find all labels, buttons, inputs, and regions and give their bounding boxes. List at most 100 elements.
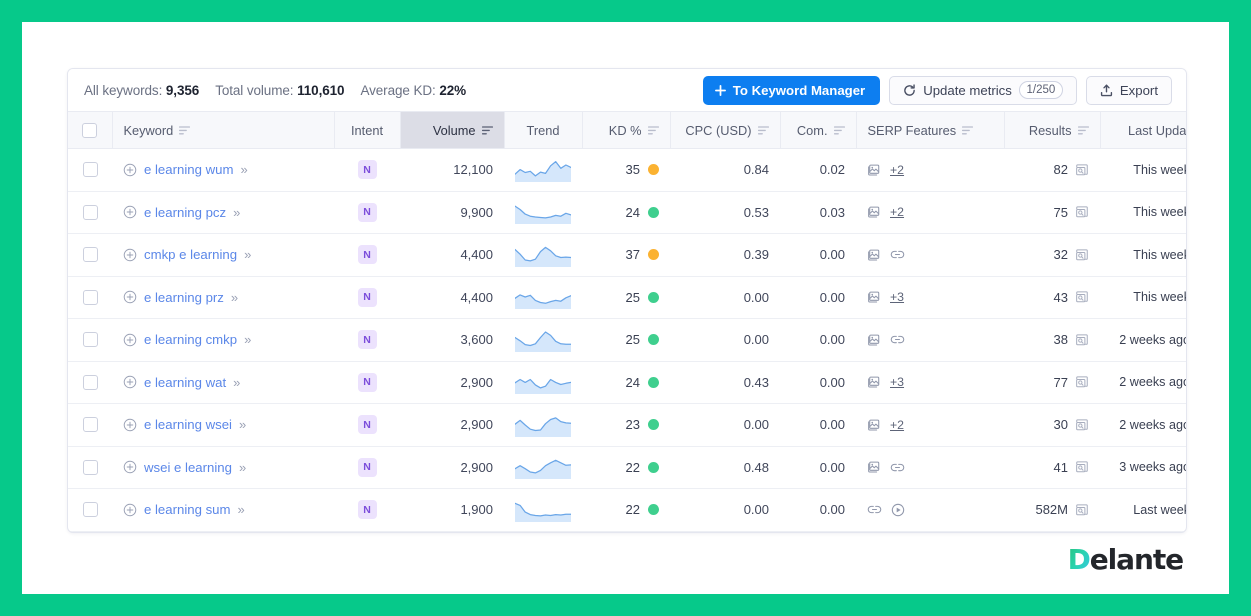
add-keyword-icon[interactable]: [123, 375, 137, 389]
image-icon[interactable]: [867, 333, 881, 347]
row-checkbox[interactable]: [83, 290, 98, 305]
intent-badge[interactable]: N: [358, 373, 377, 392]
add-keyword-icon[interactable]: [123, 460, 137, 474]
image-icon[interactable]: [867, 460, 881, 474]
row-checkbox[interactable]: [83, 247, 98, 262]
expand-chevrons-icon[interactable]: »: [239, 417, 244, 432]
add-keyword-icon[interactable]: [123, 290, 137, 304]
sort-icon[interactable]: [648, 126, 659, 135]
serp-preview-icon[interactable]: [1075, 290, 1089, 304]
expand-chevrons-icon[interactable]: »: [238, 502, 243, 517]
intent-badge[interactable]: N: [358, 500, 377, 519]
image-icon[interactable]: [867, 248, 881, 262]
sort-icon[interactable]: [834, 126, 845, 135]
keyword-link[interactable]: e learning wat: [144, 375, 226, 390]
add-keyword-icon[interactable]: [123, 503, 137, 517]
serp-more-link[interactable]: +2: [890, 418, 904, 432]
serp-preview-icon[interactable]: [1075, 375, 1089, 389]
column-header-volume[interactable]: Volume: [400, 112, 504, 149]
serp-preview-icon[interactable]: [1075, 163, 1089, 177]
serp-preview-icon[interactable]: [1075, 503, 1089, 517]
intent-badge[interactable]: N: [358, 288, 377, 307]
link-icon[interactable]: [890, 460, 905, 475]
column-header-updated[interactable]: Last Update: [1100, 112, 1187, 149]
serp-more-link[interactable]: +3: [890, 290, 904, 304]
add-keyword-icon[interactable]: [123, 205, 137, 219]
serp-more-link[interactable]: +3: [890, 375, 904, 389]
keyword-link[interactable]: e learning cmkp: [144, 332, 237, 347]
add-keyword-icon[interactable]: [123, 248, 137, 262]
image-icon[interactable]: [867, 163, 881, 177]
intent-badge[interactable]: N: [358, 415, 377, 434]
serp-preview-icon[interactable]: [1075, 418, 1089, 432]
image-icon[interactable]: [867, 205, 881, 219]
column-header-keyword[interactable]: Keyword: [112, 112, 334, 149]
intent-badge[interactable]: N: [358, 160, 377, 179]
keyword-link[interactable]: e learning wsei: [144, 417, 232, 432]
row-checkbox[interactable]: [83, 162, 98, 177]
row-checkbox[interactable]: [83, 460, 98, 475]
sort-icon[interactable]: [179, 126, 190, 135]
serp-preview-icon[interactable]: [1075, 248, 1089, 262]
keyword-link[interactable]: cmkp e learning: [144, 247, 237, 262]
column-header-serp[interactable]: SERP Features: [856, 112, 1004, 149]
link-icon[interactable]: [890, 247, 905, 262]
expand-chevrons-icon[interactable]: »: [233, 205, 238, 220]
column-header-results[interactable]: Results: [1004, 112, 1100, 149]
table-row[interactable]: e learning wum»N12,100350.840.02+282This…: [68, 149, 1187, 192]
image-icon[interactable]: [867, 418, 881, 432]
add-keyword-icon[interactable]: [123, 418, 137, 432]
select-all-checkbox[interactable]: [82, 123, 97, 138]
add-keyword-icon[interactable]: [123, 163, 137, 177]
expand-chevrons-icon[interactable]: »: [244, 247, 249, 262]
column-header-com[interactable]: Com.: [780, 112, 856, 149]
keyword-link[interactable]: e learning pcz: [144, 205, 226, 220]
serp-more-link[interactable]: +2: [890, 163, 904, 177]
keyword-link[interactable]: e learning sum: [144, 502, 231, 517]
table-row[interactable]: e learning sum»N1,900220.000.00582MLast …: [68, 489, 1187, 532]
link-icon[interactable]: [867, 502, 882, 517]
image-icon[interactable]: [867, 375, 881, 389]
serp-preview-icon[interactable]: [1075, 460, 1089, 474]
add-keyword-icon[interactable]: [123, 333, 137, 347]
expand-chevrons-icon[interactable]: »: [244, 332, 249, 347]
expand-chevrons-icon[interactable]: »: [239, 460, 244, 475]
update-metrics-button[interactable]: Update metrics 1/250: [889, 76, 1077, 105]
sort-icon[interactable]: [758, 126, 769, 135]
sort-icon[interactable]: [482, 126, 493, 135]
expand-chevrons-icon[interactable]: »: [240, 162, 245, 177]
serp-more-link[interactable]: +2: [890, 205, 904, 219]
table-row[interactable]: e learning wat»N2,900240.430.00+3772 wee…: [68, 361, 1187, 404]
expand-chevrons-icon[interactable]: »: [231, 290, 236, 305]
intent-badge[interactable]: N: [358, 458, 377, 477]
expand-chevrons-icon[interactable]: »: [233, 375, 238, 390]
table-row[interactable]: cmkp e learning»N4,400370.390.0032This w…: [68, 234, 1187, 277]
sort-icon[interactable]: [962, 126, 973, 135]
row-checkbox[interactable]: [83, 375, 98, 390]
row-checkbox[interactable]: [83, 502, 98, 517]
link-icon[interactable]: [890, 332, 905, 347]
intent-badge[interactable]: N: [358, 203, 377, 222]
row-checkbox[interactable]: [83, 205, 98, 220]
table-row[interactable]: e learning pcz»N9,900240.530.03+275This …: [68, 191, 1187, 234]
image-icon[interactable]: [867, 290, 881, 304]
column-header-cpc[interactable]: CPC (USD): [670, 112, 780, 149]
table-row[interactable]: e learning cmkp»N3,600250.000.00382 week…: [68, 319, 1187, 362]
table-row[interactable]: e learning wsei»N2,900230.000.00+2302 we…: [68, 404, 1187, 447]
intent-badge[interactable]: N: [358, 245, 377, 264]
serp-preview-icon[interactable]: [1075, 333, 1089, 347]
row-checkbox[interactable]: [83, 332, 98, 347]
sort-icon[interactable]: [1078, 126, 1089, 135]
row-checkbox[interactable]: [83, 417, 98, 432]
table-row[interactable]: wsei e learning»N2,900220.480.00413 week…: [68, 446, 1187, 489]
keyword-link[interactable]: wsei e learning: [144, 460, 232, 475]
table-row[interactable]: e learning prz»N4,400250.000.00+343This …: [68, 276, 1187, 319]
video-icon[interactable]: [891, 503, 905, 517]
to-keyword-manager-button[interactable]: To Keyword Manager: [703, 76, 880, 105]
keyword-link[interactable]: e learning prz: [144, 290, 224, 305]
serp-preview-icon[interactable]: [1075, 205, 1089, 219]
column-header-kd[interactable]: KD %: [582, 112, 670, 149]
keyword-link[interactable]: e learning wum: [144, 162, 233, 177]
export-button[interactable]: Export: [1086, 76, 1172, 105]
intent-badge[interactable]: N: [358, 330, 377, 349]
